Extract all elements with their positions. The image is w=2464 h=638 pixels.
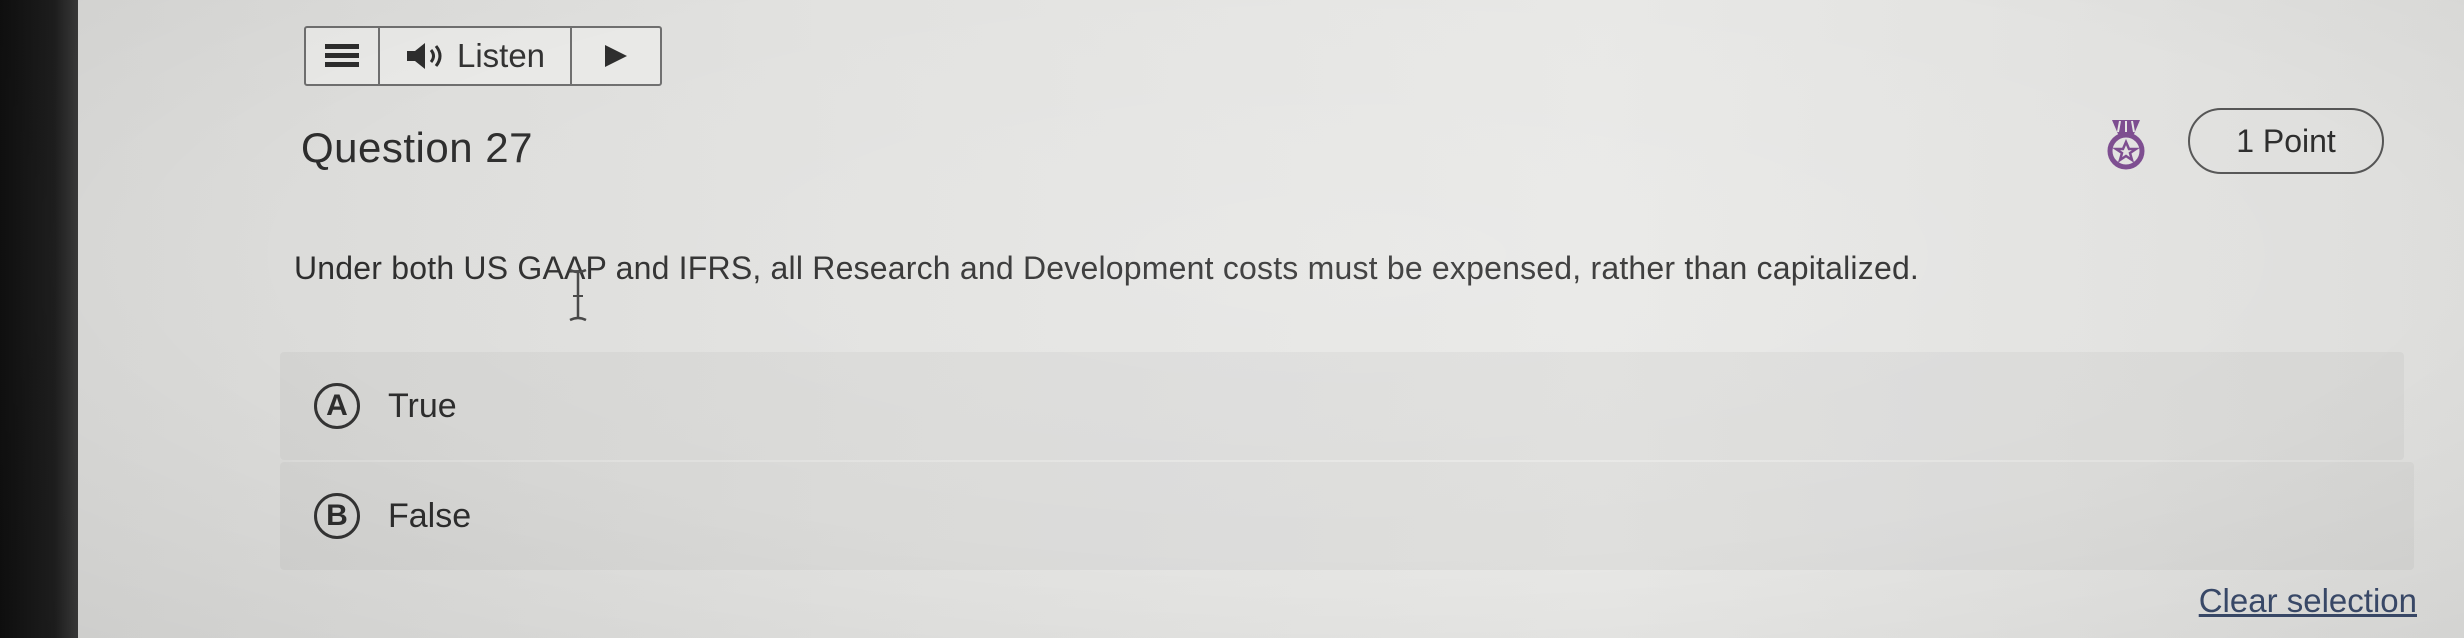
listen-toolbar: Listen bbox=[304, 26, 662, 86]
option-a-letter: A bbox=[314, 383, 360, 429]
toolbar-menu-button[interactable] bbox=[306, 28, 380, 84]
question-title: Question 27 bbox=[301, 124, 533, 171]
listen-label: Listen bbox=[456, 37, 546, 74]
question-text: Under both US GAAP and IFRS, all Researc… bbox=[294, 250, 1920, 286]
i-beam-cursor-icon bbox=[569, 268, 587, 322]
option-b-letter: B bbox=[314, 493, 360, 539]
screen-bezel bbox=[0, 0, 78, 638]
clear-selection-link[interactable]: Clear selection bbox=[2199, 582, 2417, 620]
play-button[interactable] bbox=[572, 28, 660, 84]
hamburger-menu-icon bbox=[325, 44, 359, 67]
listen-button[interactable]: Listen bbox=[380, 28, 572, 84]
medal-icon bbox=[2107, 120, 2145, 170]
points-badge: 1 Point bbox=[2188, 108, 2384, 174]
option-a-label: True bbox=[388, 386, 457, 425]
speaker-icon bbox=[406, 43, 442, 69]
option-a[interactable]: A True bbox=[280, 352, 2404, 460]
option-b[interactable]: B False bbox=[280, 462, 2414, 570]
play-icon bbox=[605, 45, 627, 67]
option-b-label: False bbox=[388, 496, 472, 535]
